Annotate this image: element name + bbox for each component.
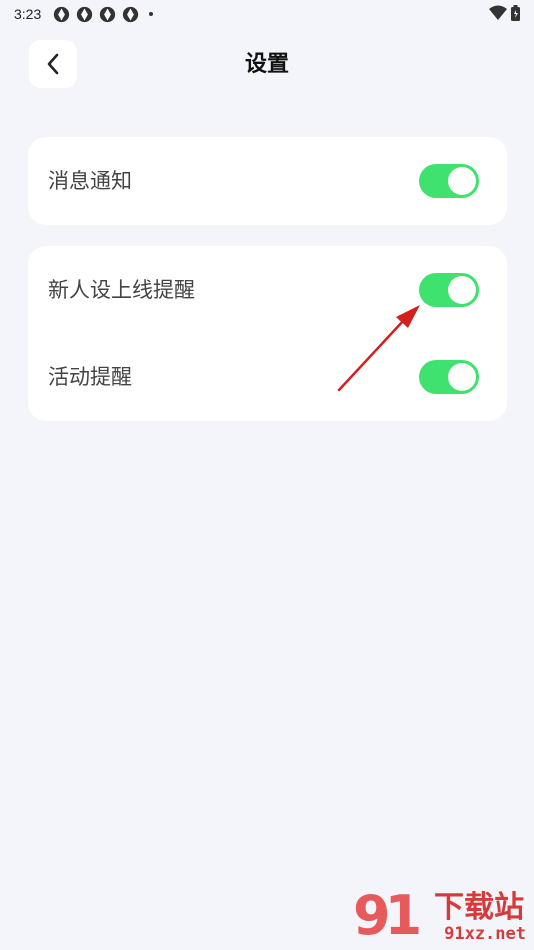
- message-notification-toggle[interactable]: [419, 164, 479, 198]
- wifi-icon: [489, 5, 507, 20]
- new-character-reminder-toggle[interactable]: [419, 273, 479, 307]
- watermark-url: 91xz.net: [444, 924, 526, 944]
- setting-label: 消息通知: [48, 169, 132, 193]
- setting-label: 活动提醒: [48, 365, 132, 389]
- toggle-knob: [448, 363, 476, 391]
- header: 设置: [0, 40, 534, 90]
- more-notifications-dot: [149, 12, 154, 16]
- app-notification-icon: [54, 6, 70, 22]
- notification-icons: [53, 6, 154, 23]
- battery-icon: [511, 5, 520, 21]
- watermark-brand: 下载站: [434, 890, 524, 925]
- app-notification-icon: [123, 6, 139, 22]
- activity-reminder-toggle[interactable]: [419, 360, 479, 394]
- app-notification-icon: [100, 6, 116, 22]
- toggle-knob: [448, 276, 476, 304]
- setting-label: 新人设上线提醒: [48, 278, 195, 302]
- settings-card-reminders: 新人设上线提醒 活动提醒: [28, 246, 507, 421]
- setting-row-new-character-reminder: 新人设上线提醒: [28, 246, 507, 334]
- setting-row-activity-reminder: 活动提醒: [28, 333, 507, 421]
- status-time: 3:23: [14, 6, 42, 22]
- app-notification-icon: [77, 6, 93, 22]
- setting-row-message-notification: 消息通知: [28, 137, 507, 225]
- back-button[interactable]: [29, 40, 77, 88]
- watermark-logo: 91 下载站 91xz.net: [353, 880, 528, 947]
- settings-card-notifications: 消息通知: [28, 137, 507, 225]
- status-right: [489, 5, 520, 21]
- toggle-knob: [448, 167, 476, 195]
- page-title: 设置: [244, 52, 289, 77]
- chevron-left-icon: [47, 53, 59, 75]
- status-bar: 3:23: [0, 0, 534, 28]
- watermark-91-mark: 91: [353, 884, 422, 947]
